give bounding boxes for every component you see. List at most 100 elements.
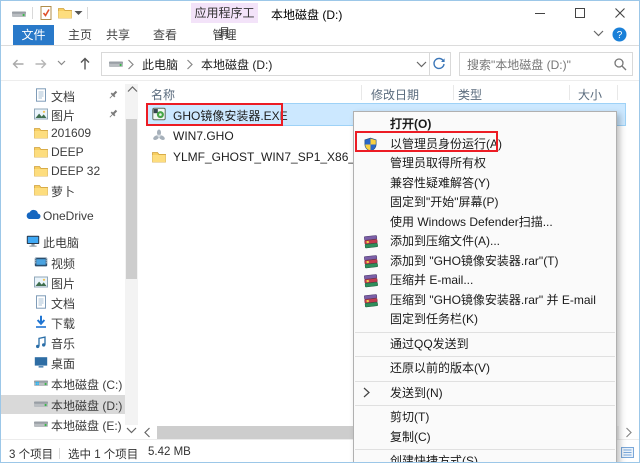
tab-file[interactable]: 文件 <box>13 25 54 45</box>
close-button[interactable] <box>600 1 639 25</box>
sidebar-item-downloads[interactable]: 下载 <box>1 313 125 332</box>
menu-item-restore-versions[interactable]: 还原以前的版本(V) <box>354 359 616 379</box>
qat-new-folder-icon[interactable] <box>57 5 73 21</box>
column-header-size[interactable]: 大小 <box>578 86 602 103</box>
sidebar-item-folder-deep-32[interactable]: DEEP 32 <box>1 162 125 181</box>
sidebar-item-quick-documents[interactable]: 文档 <box>1 86 125 105</box>
sidebar-item-desktop[interactable]: 桌面 <box>1 353 125 372</box>
menu-item-take-ownership[interactable]: 管理员取得所有权 <box>354 154 616 174</box>
column-divider[interactable] <box>361 85 362 100</box>
submenu-arrow-icon <box>363 387 606 398</box>
menu-item-winrar-compress-email[interactable]: 压缩到 "GHO镜像安装器.rar" 并 E-mail <box>354 291 616 311</box>
view-toggle-icon[interactable] <box>621 446 634 459</box>
folder-icon <box>151 149 167 165</box>
ribbon-divider <box>1 45 639 46</box>
menu-separator <box>355 331 615 333</box>
menu-item-defender-scan[interactable]: 使用 Windows Defender扫描... <box>354 213 616 233</box>
hscroll-right-icon[interactable] <box>622 427 635 438</box>
menu-item-label: 添加到 "GHO镜像安装器.rar"(T) <box>390 253 559 268</box>
music-icon <box>33 334 49 350</box>
column-header-type[interactable]: 类型 <box>458 86 482 103</box>
tab-manage[interactable]: 管理 <box>191 25 258 45</box>
hscroll-left-icon[interactable] <box>144 427 151 438</box>
menu-item-compatibility[interactable]: 兼容性疑难解答(Y) <box>354 174 616 194</box>
sidebar-item-local-disk-d[interactable]: 本地磁盘 (D:) <box>1 395 125 414</box>
sidebar-scroll-thumb[interactable] <box>126 119 137 279</box>
breadcrumb-local-disk-d[interactable]: 本地磁盘 (D:) <box>196 56 277 73</box>
tab-home[interactable]: 主页 <box>61 25 99 45</box>
tab-view[interactable]: 查看 <box>146 25 184 45</box>
menu-separator <box>355 405 615 406</box>
menu-item-pin-to-start[interactable]: 固定到"开始"屏幕(P) <box>354 193 616 213</box>
ribbon-tab-bar: 文件 主页 共享 查看 管理 <box>1 25 639 45</box>
column-header-name[interactable]: 名称 <box>151 86 175 103</box>
sidebar-item-label: 图片 <box>51 277 76 291</box>
address-dropdown-icon[interactable] <box>416 61 427 68</box>
sidebar-item-onedrive[interactable]: OneDrive <box>1 207 125 226</box>
document-icon <box>33 87 49 103</box>
sidebar-item-folder-deep[interactable]: DEEP <box>1 143 125 162</box>
sidebar-item-local-disk-e[interactable]: 本地磁盘 (E:) <box>1 415 125 434</box>
sidebar-item-folder-201609[interactable]: 201609 <box>1 124 125 143</box>
computer-icon <box>25 233 41 249</box>
menu-item-cut[interactable]: 剪切(T) <box>354 408 616 428</box>
address-breadcrumb-bar[interactable]: 此电脑 本地磁盘 (D:) <box>101 52 451 76</box>
sidebar-item-label: 图片 <box>51 109 76 123</box>
menu-item-send-to[interactable]: 发送到(N) <box>354 384 616 404</box>
menu-item-create-shortcut[interactable]: 创建快捷方式(S) <box>354 452 616 462</box>
sidebar-scroll-down-icon[interactable] <box>126 427 137 434</box>
navigation-pane: 文档 图片 201609 DEEP DEEP 32 萝卜 OneDrive 此电脑 视频 图片 文档… <box>1 81 141 433</box>
context-menu: 打开(O) 以管理员身份运行(A) 管理员取得所有权 兼容性疑难解答(Y) 固定到"开始… <box>353 111 617 462</box>
breadcrumb-this-pc[interactable]: 此电脑 <box>137 56 183 73</box>
sidebar-item-this-pc[interactable]: 此电脑 <box>1 232 125 251</box>
back-button[interactable] <box>10 56 26 72</box>
menu-item-winrar-add[interactable]: 添加到压缩文件(A)... <box>354 232 616 252</box>
breadcrumb-chevron-icon[interactable] <box>124 59 137 70</box>
sidebar-item-videos[interactable]: 视频 <box>1 253 125 272</box>
menu-item-label: 压缩并 E-mail... <box>390 273 474 287</box>
refresh-icon[interactable] <box>432 57 446 71</box>
breadcrumb-chevron-icon-2[interactable] <box>183 59 196 70</box>
menu-separator <box>355 356 615 357</box>
qat-customize-dropdown-icon[interactable] <box>74 10 83 16</box>
forward-button[interactable] <box>33 56 49 72</box>
tab-share[interactable]: 共享 <box>99 25 137 45</box>
video-icon <box>33 254 49 270</box>
column-divider[interactable] <box>617 85 618 100</box>
qat-properties-icon[interactable] <box>39 5 53 21</box>
sidebar-item-quick-pictures[interactable]: 图片 <box>1 105 125 124</box>
sidebar-item-documents[interactable]: 文档 <box>1 293 125 312</box>
search-input[interactable]: 搜索"本地磁盘 (D:)" <box>460 56 613 73</box>
minimize-button[interactable] <box>520 1 560 25</box>
title-bar: 应用程序工具 本地磁盘 (D:) <box>1 1 639 40</box>
menu-item-winrar-add-named[interactable]: 添加到 "GHO镜像安装器.rar"(T) <box>354 252 616 272</box>
ribbon-collapse-icon[interactable] <box>593 30 604 37</box>
folder-icon <box>33 144 49 160</box>
sidebar-item-label: DEEP <box>51 145 84 159</box>
search-icon[interactable] <box>613 57 627 71</box>
menu-item-winrar-email[interactable]: 压缩并 E-mail... <box>354 271 616 291</box>
help-icon[interactable]: ? <box>612 27 627 42</box>
sidebar-item-music[interactable]: 音乐 <box>1 333 125 352</box>
column-header-date[interactable]: 修改日期 <box>371 86 419 103</box>
menu-item-label: 固定到任务栏(K) <box>390 312 478 326</box>
sidebar-item-label: 文档 <box>51 297 76 311</box>
maximize-button[interactable] <box>560 1 600 25</box>
sidebar-item-local-disk-c[interactable]: 本地磁盘 (C:) <box>1 374 125 393</box>
menu-item-qq-send[interactable]: 通过QQ发送到 <box>354 335 616 355</box>
sidebar-item-label: 本地磁盘 (D:) <box>51 399 123 413</box>
sidebar-item-pictures[interactable]: 图片 <box>1 273 125 292</box>
menu-item-pin-to-taskbar[interactable]: 固定到任务栏(K) <box>354 310 616 330</box>
column-divider[interactable] <box>569 85 570 100</box>
up-button[interactable] <box>77 56 93 72</box>
column-divider[interactable] <box>453 85 454 100</box>
search-box[interactable]: 搜索"本地磁盘 (D:)" <box>459 52 633 76</box>
menu-separator <box>355 380 615 382</box>
menu-item-label: 还原以前的版本(V) <box>390 361 490 375</box>
history-dropdown-icon[interactable] <box>57 60 66 66</box>
sidebar-item-folder-luobo[interactable]: 萝卜 <box>1 181 125 200</box>
drive-icon <box>33 396 49 412</box>
breadcrumb-drive-icon <box>108 56 124 72</box>
sidebar-scroll-up-icon[interactable] <box>127 86 138 93</box>
menu-item-copy[interactable]: 复制(C) <box>354 428 616 448</box>
